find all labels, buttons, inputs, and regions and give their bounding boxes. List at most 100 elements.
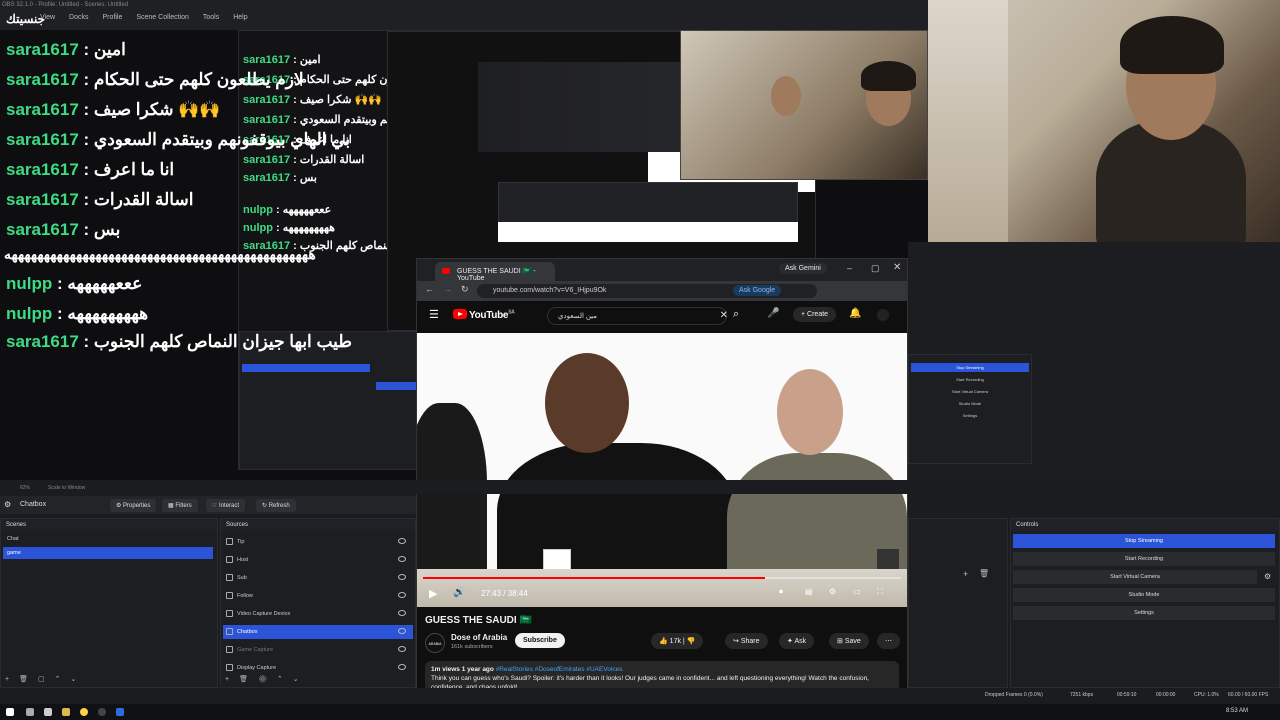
- clear-search-icon[interactable]: ✕: [720, 310, 728, 321]
- menu-docks[interactable]: Docks: [69, 14, 88, 21]
- virtual-camera-settings-icon[interactable]: ⚙: [1264, 572, 1271, 581]
- source-item[interactable]: Host: [223, 553, 413, 567]
- task-view-icon[interactable]: [26, 708, 34, 716]
- bitrate: 7251 kbps: [1070, 692, 1094, 698]
- autoplay-icon[interactable]: ⏺: [779, 587, 783, 597]
- channel-name[interactable]: Dose of Arabia: [451, 633, 507, 642]
- video-title: GUESS THE SAUDI 🇸🇦: [425, 615, 532, 626]
- file-explorer-icon[interactable]: [62, 708, 70, 716]
- scene-item-game[interactable]: game: [3, 547, 213, 559]
- scene-item-chat[interactable]: Chat: [3, 533, 213, 545]
- start-icon[interactable]: [6, 708, 14, 716]
- channel-avatar[interactable]: ARABIA: [425, 633, 445, 653]
- video-controls: ▶ 🔊 27:43 / 38:44 ⏺ ▤ ⚙ ▭ ⛶: [417, 581, 907, 607]
- like-button[interactable]: 👍 17k | 👎: [651, 633, 704, 649]
- minimize-icon[interactable]: –: [847, 263, 852, 273]
- nested-chat-line: sara1617 : بس: [243, 172, 317, 184]
- subscribe-button[interactable]: Subscribe: [515, 633, 565, 648]
- theater-mode-icon[interactable]: ▭: [853, 587, 861, 596]
- source-item[interactable]: Game Capture: [223, 643, 413, 657]
- mic-icon[interactable]: 🎤: [767, 308, 779, 319]
- description-tags[interactable]: #RealStories #DoseofEmirates #UAEVoices: [496, 666, 623, 673]
- back-icon[interactable]: ←: [425, 284, 434, 294]
- ask-button[interactable]: ✦ Ask: [779, 633, 815, 649]
- menu-scene-collection[interactable]: Scene Collection: [136, 14, 189, 21]
- filters-button[interactable]: ▦ Filters: [162, 499, 198, 512]
- ask-gemini-button[interactable]: Ask Gemini: [779, 263, 827, 274]
- refresh-button[interactable]: ↻ Refresh: [256, 499, 296, 512]
- video-progress-bar[interactable]: [423, 577, 901, 579]
- studio-mode-button[interactable]: Studio Mode: [1013, 588, 1275, 602]
- interact-button[interactable]: ☞ Interact: [206, 499, 246, 512]
- obs-icon[interactable]: [98, 708, 106, 716]
- menu-view[interactable]: View: [40, 14, 55, 21]
- scene-dock-toolbar[interactable]: +🗑▢⌃⌄: [5, 675, 86, 683]
- settings-button[interactable]: Settings: [1013, 606, 1275, 620]
- source-item[interactable]: Tip: [223, 535, 413, 549]
- visibility-eye-icon[interactable]: [398, 538, 406, 544]
- visibility-eye-icon[interactable]: [398, 556, 406, 562]
- play-icon[interactable]: ▶: [429, 587, 437, 600]
- taskbar-clock: 8:53 AM: [1226, 708, 1249, 714]
- trash-icon[interactable]: 🗑: [979, 569, 989, 578]
- save-button[interactable]: ⊞ Save: [829, 633, 869, 649]
- terminal-icon[interactable]: [44, 708, 52, 716]
- gear-icon[interactable]: ⚙: [4, 500, 11, 509]
- source-toolbar: ⚙ Chatbox ⚙ Properties ▦ Filters ☞ Inter…: [0, 496, 416, 514]
- chrome-icon[interactable]: [80, 708, 88, 716]
- views-line: 1m views 1 year ago: [431, 666, 494, 673]
- start-virtual-camera-button[interactable]: Start Virtual Camera: [1013, 570, 1257, 584]
- source-item[interactable]: Follow: [223, 589, 413, 603]
- subscriber-count: 161k subscribers: [451, 644, 493, 650]
- sources-title: Sources: [221, 519, 415, 531]
- share-button[interactable]: ↪ Share: [725, 633, 768, 649]
- visibility-eye-icon[interactable]: [398, 628, 406, 634]
- forward-icon[interactable]: →: [443, 284, 452, 294]
- stop-streaming-button[interactable]: Stop Streaming: [1013, 534, 1275, 548]
- visibility-eye-icon[interactable]: [398, 646, 406, 652]
- chat-line: sara1617 : بي الهاي بيوقفونهم وبيتقدم ال…: [6, 130, 351, 149]
- mini-stop-streaming: Stop Streaming: [911, 363, 1029, 372]
- fullscreen-icon[interactable]: ⛶: [877, 587, 883, 597]
- ask-google-button[interactable]: Ask Google: [733, 285, 782, 296]
- visibility-eye-icon[interactable]: [398, 610, 406, 616]
- captions-icon[interactable]: ▤: [805, 587, 813, 596]
- settings-icon[interactable]: ⚙: [829, 587, 836, 596]
- video-player[interactable]: [417, 333, 907, 607]
- browser-tab[interactable]: GUESS THE SAUDI 🇸🇦 - YouTube: [435, 262, 555, 282]
- youtube-logo[interactable]: YouTubeSA: [453, 309, 515, 321]
- more-actions-icon[interactable]: ⋯: [877, 633, 900, 649]
- source-dock-toolbar[interactable]: +🗑⚙⌃⌄: [225, 675, 309, 683]
- nested-chat-line: nulpp : عععهههههه: [243, 204, 332, 216]
- visibility-eye-icon[interactable]: [398, 664, 406, 670]
- youtube-search-input[interactable]: مين السعودي ✕: [547, 307, 728, 325]
- visibility-eye-icon[interactable]: [398, 592, 406, 598]
- scale-select[interactable]: Scale to Window: [48, 485, 85, 491]
- avatar[interactable]: [877, 309, 889, 321]
- maximize-icon[interactable]: ▢: [871, 263, 880, 274]
- close-window-icon[interactable]: ✕: [893, 262, 901, 273]
- add-icon[interactable]: +: [963, 569, 968, 579]
- menu-profile[interactable]: Profile: [103, 14, 123, 21]
- start-recording-button[interactable]: Start Recording: [1013, 552, 1275, 566]
- source-item[interactable]: Sub: [223, 571, 413, 585]
- menu-tools[interactable]: Tools: [203, 14, 219, 21]
- notifications-icon[interactable]: 🔔: [849, 308, 861, 319]
- visibility-eye-icon[interactable]: [398, 574, 406, 580]
- source-item[interactable]: Display Capture: [223, 661, 413, 675]
- source-item[interactable]: Video Capture Device: [223, 607, 413, 621]
- volume-icon[interactable]: 🔊: [453, 587, 465, 598]
- create-button[interactable]: + Create: [793, 307, 837, 322]
- search-icon[interactable]: ⌕: [733, 308, 739, 321]
- mini-settings: Settings: [962, 413, 978, 418]
- app-icon[interactable]: [116, 708, 124, 716]
- browser-window[interactable]: GUESS THE SAUDI 🇸🇦 - YouTube Ask Gemini …: [416, 258, 908, 698]
- webcam-feed: [928, 0, 1280, 242]
- reload-icon[interactable]: ↻: [461, 284, 469, 295]
- scenes-dock: Scenes Chat game +🗑▢⌃⌄: [0, 518, 218, 688]
- menu-hamburger-icon[interactable]: ☰: [429, 308, 439, 321]
- menu-help[interactable]: Help: [233, 14, 247, 21]
- properties-button[interactable]: ⚙ Properties: [110, 499, 157, 512]
- selected-source-label: Chatbox: [20, 501, 47, 508]
- source-item[interactable]: Chatbox: [223, 625, 413, 639]
